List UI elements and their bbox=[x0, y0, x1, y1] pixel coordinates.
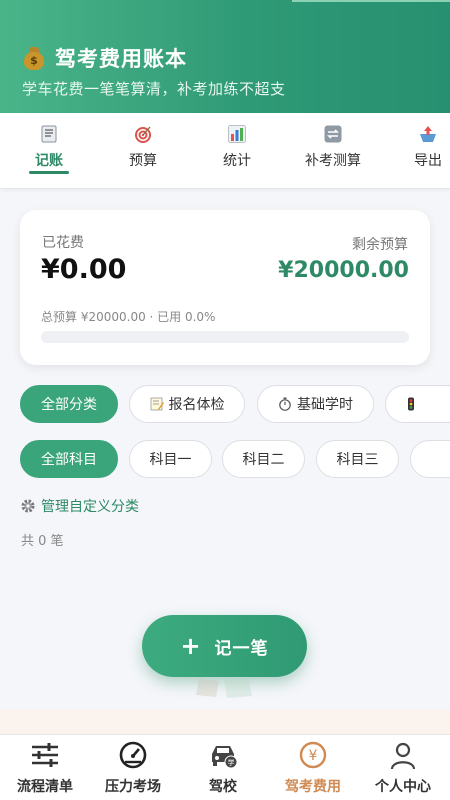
budget-progress-bar bbox=[41, 331, 409, 343]
chip-label: 全部科目 bbox=[41, 452, 97, 468]
sliders-icon bbox=[32, 743, 58, 767]
record-count: 共 0 笔 bbox=[21, 534, 64, 549]
tab-bookkeeping[interactable]: 记账 bbox=[4, 113, 94, 189]
chip-subject-three[interactable]: 科目三 bbox=[316, 440, 399, 478]
add-record-label: 记一笔 bbox=[214, 638, 269, 659]
memo-icon bbox=[150, 397, 164, 411]
chip-all-categories[interactable]: 全部分类 bbox=[20, 385, 118, 423]
nav-label: 驾考费用 bbox=[285, 779, 341, 795]
page-title: 驾考费用账本 bbox=[55, 47, 187, 71]
add-record-button[interactable]: + 记一笔 bbox=[142, 615, 307, 677]
chip-subject-two[interactable]: 科目二 bbox=[222, 440, 305, 478]
app-header: $ 驾考费用账本 学车花费一笔笔算清，补考加练不超支 bbox=[0, 0, 450, 113]
nav-personal-center[interactable]: 个人中心 bbox=[358, 735, 448, 800]
chip-label: 报名体检 bbox=[168, 397, 225, 413]
chip-registration-medical[interactable]: 报名体检 bbox=[129, 385, 245, 423]
target-icon bbox=[135, 126, 151, 143]
export-icon bbox=[420, 126, 436, 142]
bar-chart-icon bbox=[228, 125, 246, 143]
chip-label: 基础学时 bbox=[297, 397, 353, 413]
status-strip bbox=[292, 0, 450, 2]
bottom-peach-strip bbox=[0, 709, 450, 734]
tab-label: 预算 bbox=[129, 153, 157, 169]
spent-amount: ¥0.00 bbox=[41, 254, 127, 285]
chip-subject-one[interactable]: 科目一 bbox=[129, 440, 212, 478]
bottom-navigation: 流程清单 压力考场 学 驾校 ¥ 驾考费用 个人中心 bbox=[0, 734, 450, 800]
nav-label: 驾校 bbox=[209, 779, 237, 795]
nav-process-list[interactable]: 流程清单 bbox=[0, 735, 90, 800]
stopwatch-icon bbox=[279, 397, 291, 411]
chip-basic-hours[interactable]: 基础学时 bbox=[257, 385, 374, 423]
nav-label: 个人中心 bbox=[375, 779, 431, 795]
money-bag-icon: $ bbox=[22, 45, 46, 71]
chip-label: 科目二 bbox=[242, 452, 285, 468]
repeat-icon bbox=[324, 125, 342, 143]
svg-text:¥: ¥ bbox=[309, 748, 318, 764]
spent-label: 已花费 bbox=[42, 235, 84, 251]
traffic-light-icon bbox=[408, 397, 414, 411]
chip-all-subjects[interactable]: 全部科目 bbox=[20, 440, 118, 478]
chip-label: 科目三 bbox=[336, 452, 379, 468]
svg-text:学: 学 bbox=[228, 758, 235, 767]
receipt-icon bbox=[41, 125, 57, 143]
chip-label: 科目一 bbox=[149, 452, 192, 468]
tab-label: 统计 bbox=[223, 153, 251, 169]
yuan-coin-icon: ¥ bbox=[299, 741, 327, 769]
header-title-row: $ 驾考费用账本 bbox=[22, 43, 187, 73]
tab-budget[interactable]: 预算 bbox=[98, 113, 188, 189]
subject-filter-row: 全部科目 科目一 科目二 科目三 bbox=[0, 440, 450, 480]
remaining-budget-amount: ¥20000.00 bbox=[278, 258, 409, 283]
chip-subject-four[interactable] bbox=[410, 440, 450, 478]
tab-label: 补考测算 bbox=[305, 153, 361, 169]
tab-statistics[interactable]: 统计 bbox=[192, 113, 282, 189]
nav-driving-school[interactable]: 学 驾校 bbox=[178, 735, 268, 800]
function-tabs: 记账 预算 统计 补考测算 导出 bbox=[0, 113, 450, 189]
tab-label: 记账 bbox=[35, 153, 63, 169]
chip-traffic[interactable] bbox=[385, 385, 450, 423]
manage-custom-categories[interactable]: 管理自定义分类 bbox=[20, 496, 139, 516]
active-tab-indicator bbox=[29, 171, 69, 174]
tab-retake-estimate[interactable]: 补考测算 bbox=[288, 113, 378, 189]
tab-export[interactable]: 导出 bbox=[383, 113, 450, 189]
remaining-budget-label: 剩余预算 bbox=[352, 237, 408, 253]
faded-illustration bbox=[196, 678, 252, 698]
gear-icon bbox=[21, 499, 35, 513]
chip-label: 全部分类 bbox=[41, 397, 97, 413]
budget-usage-text: 总预算 ¥20000.00 · 已用 0.0% bbox=[41, 310, 216, 324]
nav-label: 压力考场 bbox=[105, 779, 161, 795]
plus-icon: + bbox=[180, 632, 201, 660]
speedometer-icon bbox=[119, 741, 147, 769]
nav-exam-fees[interactable]: ¥ 驾考费用 bbox=[268, 735, 358, 800]
manage-label: 管理自定义分类 bbox=[41, 499, 139, 515]
car-school-icon: 学 bbox=[212, 746, 238, 769]
category-filter-row: 全部分类 报名体检 基础学时 bbox=[0, 385, 450, 425]
expense-summary-card: 已花费 ¥0.00 剩余预算 ¥20000.00 总预算 ¥20000.00 ·… bbox=[20, 210, 430, 365]
nav-pressure-exam[interactable]: 压力考场 bbox=[88, 735, 178, 800]
page-subtitle: 学车花费一笔笔算清，补考加练不超支 bbox=[22, 80, 286, 98]
nav-label: 流程清单 bbox=[17, 779, 73, 795]
tab-label: 导出 bbox=[414, 153, 442, 169]
person-icon bbox=[390, 742, 416, 770]
